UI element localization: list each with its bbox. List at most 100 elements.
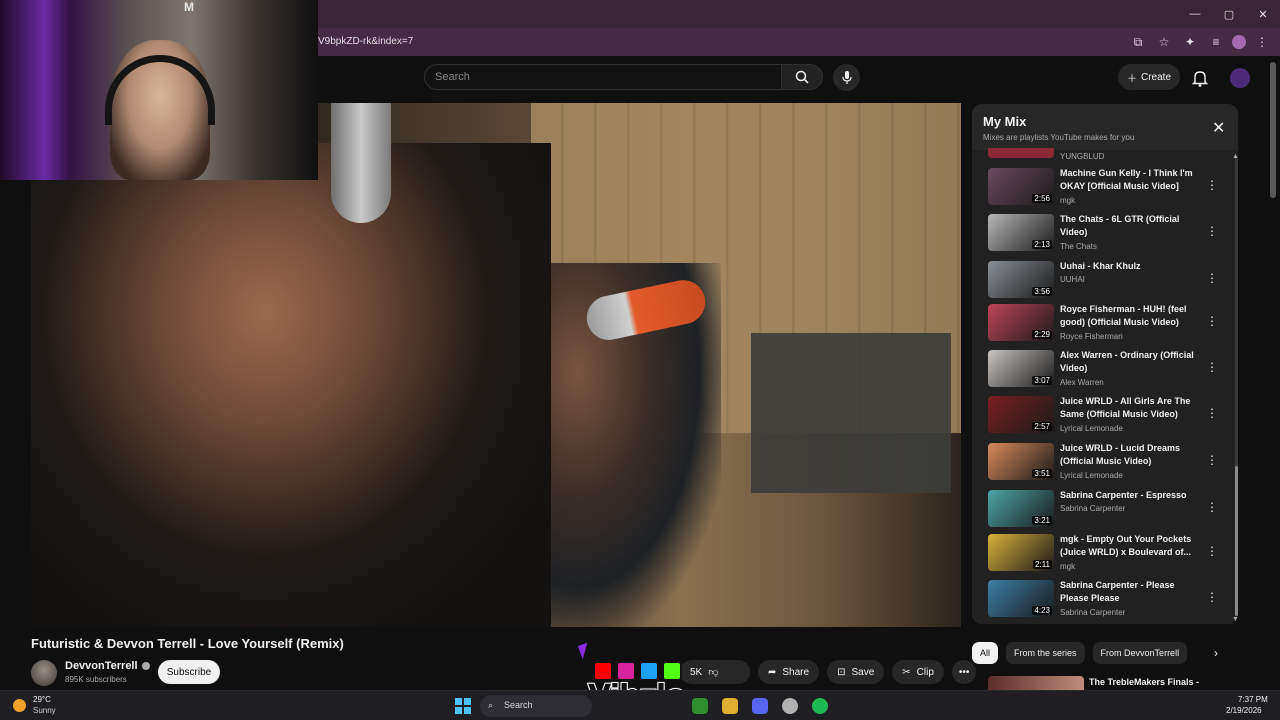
weather-description[interactable]: Sunny (33, 706, 56, 715)
chip-from-channel[interactable]: From DevvonTerrell (1092, 642, 1188, 664)
clip-button[interactable]: ✂ Clip (892, 660, 944, 684)
chevron-right-icon[interactable]: › (1214, 646, 1218, 660)
mix-list-item[interactable]: 3:56 Uuhai - Khar Khulz UUHAI ⋮ (972, 261, 1234, 305)
mix-list-item[interactable]: 3:21 Sabrina Carpenter - Espresso Sabrina … (972, 490, 1234, 534)
extensions-icon[interactable]: ✦ (1180, 32, 1200, 52)
more-vertical-icon[interactable]: ⋮ (1206, 178, 1218, 192)
mix-list-item[interactable]: 3:07 Alex Warren - Ordinary (Official Vid… (972, 350, 1234, 394)
page-scrollbar[interactable] (1270, 62, 1276, 690)
mix-item-title[interactable]: Alex Warren - Ordinary (Official Video) (1060, 349, 1200, 375)
more-vertical-icon[interactable]: ⋮ (1206, 500, 1218, 514)
create-button[interactable]: ＋ Create (1118, 64, 1180, 90)
like-count: 5K (690, 666, 703, 678)
weather-temperature[interactable]: 29°C (33, 695, 51, 704)
like-dislike-button[interactable]: 5K 👎︎ (680, 660, 750, 684)
chrome-icon[interactable] (692, 698, 708, 714)
mix-list-item[interactable]: 2:11 mgk - Empty Out Your Pockets (Juice … (972, 534, 1234, 578)
mix-item-thumbnail[interactable]: 2:29 (988, 304, 1054, 341)
cast-icon[interactable]: ⧉ (1128, 32, 1148, 52)
profile-icon[interactable] (1232, 35, 1246, 49)
obs-icon[interactable] (782, 698, 798, 714)
mix-item-thumbnail[interactable]: 3:51 (988, 443, 1054, 480)
more-vertical-icon[interactable]: ⋮ (1206, 544, 1218, 558)
mix-scrollbar[interactable]: ▲ ▼ (1232, 153, 1238, 623)
mix-list-item[interactable]: 2:57 Juice WRLD - All Girls Are The Same … (972, 396, 1234, 440)
page-scrollbar-thumb[interactable] (1270, 62, 1276, 198)
search-input[interactable]: Search (424, 64, 782, 90)
channel-name[interactable]: DevvonTerrell (65, 660, 138, 672)
mix-list-item[interactable]: 2:13 The Chats - 6L GTR (Official Video) T… (972, 214, 1234, 258)
mix-title: My Mix (983, 114, 1027, 129)
search-button[interactable] (781, 64, 823, 90)
media-icon[interactable]: ≡ (1206, 32, 1226, 52)
video-player[interactable] (31, 103, 961, 627)
mix-item-title[interactable]: Juice WRLD - All Girls Are The Same (Off… (1060, 395, 1200, 421)
video-frame-person-foreground (31, 143, 551, 627)
clock-date[interactable]: 2/19/2026 (1226, 706, 1262, 715)
mix-item-artist: Lyrical Lemonade (1060, 471, 1123, 480)
spotify-icon[interactable] (812, 698, 828, 714)
more-vertical-icon[interactable]: ⋮ (1206, 271, 1218, 285)
dislike-icon[interactable]: 👎︎ (708, 666, 718, 678)
mix-item-thumbnail[interactable]: 4:23 (988, 580, 1054, 617)
more-vertical-icon[interactable]: ⋮ (1206, 453, 1218, 467)
mix-list-item[interactable]: 2:56 Machine Gun Kelly - I Think I'm OKAY… (972, 168, 1234, 212)
file-explorer-icon[interactable] (722, 698, 738, 714)
close-window-button[interactable]: ✕ (1246, 0, 1280, 28)
url-text[interactable]: V9bpkZD-rk&index=7 (318, 36, 413, 47)
maximize-button[interactable]: ▢ (1212, 0, 1246, 28)
star-icon[interactable]: ☆ (1154, 32, 1174, 52)
clock-time[interactable]: 7:37 PM (1238, 695, 1268, 704)
scroll-down-icon[interactable]: ▼ (1232, 616, 1238, 623)
subscribe-button[interactable]: Subscribe (158, 660, 220, 684)
mix-item-title[interactable]: Sabrina Carpenter - Espresso (1060, 489, 1200, 502)
save-button[interactable]: ⊡ Save (827, 660, 885, 684)
sun-icon[interactable] (13, 699, 26, 712)
more-vertical-icon[interactable]: ⋮ (1206, 224, 1218, 238)
previous-item-thumbnail[interactable] (988, 148, 1054, 158)
related-video-title[interactable]: The TrebleMakers Finals - (1089, 677, 1199, 687)
mix-item-title[interactable]: Uuhai - Khar Khulz (1060, 260, 1200, 273)
channel-name-row[interactable]: DevvonTerrell (65, 660, 150, 672)
mix-item-title[interactable]: The Chats - 6L GTR (Official Video) (1060, 213, 1200, 239)
more-vertical-icon[interactable]: ⋮ (1206, 360, 1218, 374)
notifications-bell-icon[interactable] (1190, 68, 1210, 88)
mix-item-artist: mgk (1060, 196, 1076, 205)
mix-list-item[interactable]: 3:51 Juice WRLD - Lucid Dreams (Official … (972, 443, 1234, 487)
mix-item-title[interactable]: Juice WRLD - Lucid Dreams (Official Musi… (1060, 442, 1200, 468)
account-avatar[interactable] (1230, 68, 1250, 88)
scroll-up-icon[interactable]: ▲ (1232, 153, 1238, 160)
mix-item-thumbnail[interactable]: 2:57 (988, 396, 1054, 433)
share-button[interactable]: ➦ Share (758, 660, 820, 684)
voice-search-button[interactable] (833, 64, 860, 91)
windows-start-icon[interactable] (455, 698, 471, 714)
more-vertical-icon[interactable]: ⋮ (1206, 406, 1218, 420)
channel-avatar[interactable] (31, 660, 57, 686)
mix-item-title[interactable]: Machine Gun Kelly - I Think I'm OKAY [Of… (1060, 167, 1200, 193)
share-icon: ➦ (768, 666, 777, 678)
taskbar-search[interactable]: ⌕ Search (480, 695, 592, 717)
mix-item-thumbnail[interactable]: 2:13 (988, 214, 1054, 251)
mix-item-thumbnail[interactable]: 3:56 (988, 261, 1054, 298)
mix-item-title[interactable]: Royce Fisherman - HUH! (feel good) (Offi… (1060, 303, 1200, 329)
mix-list-item[interactable]: 4:23 Sabrina Carpenter - Please Please Pl… (972, 580, 1234, 624)
chip-all[interactable]: All (972, 642, 999, 664)
menu-icon[interactable]: ⋮ (1252, 32, 1272, 52)
mix-item-artist: UUHAI (1060, 275, 1085, 284)
close-icon[interactable]: ✕ (1212, 118, 1225, 138)
mix-list-item[interactable]: 2:29 Royce Fisherman - HUH! (feel good) (… (972, 304, 1234, 348)
mix-item-title[interactable]: mgk - Empty Out Your Pockets (Juice WRLD… (1060, 533, 1200, 559)
minimize-button[interactable]: — (1178, 0, 1212, 28)
mix-item-artist: Alex Warren (1060, 378, 1104, 387)
more-vertical-icon[interactable]: ⋮ (1206, 590, 1218, 604)
more-vertical-icon[interactable]: ⋮ (1206, 314, 1218, 328)
mix-item-title[interactable]: Sabrina Carpenter - Please Please Please (1060, 579, 1200, 605)
mix-item-thumbnail[interactable]: 2:11 (988, 534, 1054, 571)
chip-from-series[interactable]: From the series (1006, 642, 1085, 664)
discord-icon[interactable] (752, 698, 768, 714)
mix-item-thumbnail[interactable]: 3:21 (988, 490, 1054, 527)
related-video-thumbnail[interactable] (988, 676, 1084, 690)
mix-item-thumbnail[interactable]: 2:56 (988, 168, 1054, 205)
mix-item-thumbnail[interactable]: 3:07 (988, 350, 1054, 387)
mix-scrollbar-thumb[interactable] (1235, 466, 1238, 616)
